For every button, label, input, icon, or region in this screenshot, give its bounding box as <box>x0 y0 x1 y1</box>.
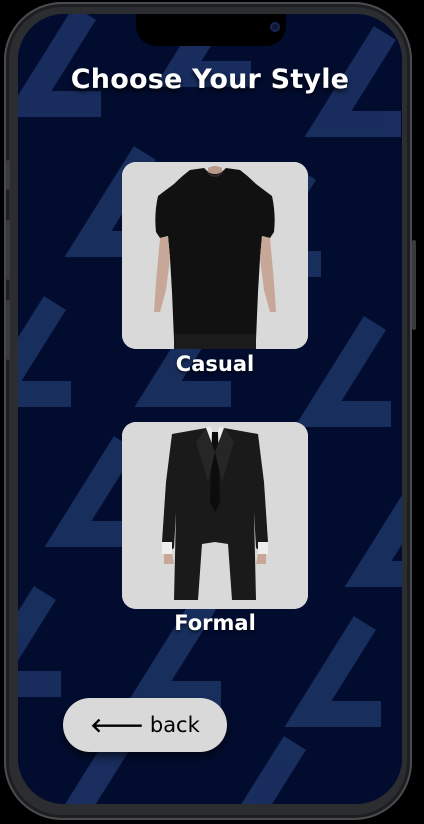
front-camera <box>270 22 280 32</box>
casual-label[interactable]: Casual <box>122 352 308 376</box>
phone-volume-up-button <box>6 220 10 280</box>
back-button[interactable]: 🡐 back <box>63 698 227 752</box>
phone-notch <box>136 14 286 46</box>
background-pattern <box>18 14 402 804</box>
page-title: Choose Your Style <box>70 64 350 95</box>
phone-volume-down-button <box>6 300 10 360</box>
casual-style-card[interactable] <box>122 162 308 349</box>
phone-side-button <box>6 160 10 190</box>
phone-power-button <box>412 240 416 330</box>
back-button-label: back <box>149 713 200 737</box>
formal-style-card[interactable] <box>122 422 308 609</box>
app-screen: Choose Your Style Casual Formal 🡐 back <box>18 14 402 804</box>
formal-label[interactable]: Formal <box>122 611 308 635</box>
black-suit-photo <box>122 422 308 609</box>
black-tshirt-photo <box>122 162 308 349</box>
arrow-left-icon: 🡐 <box>90 713 144 737</box>
